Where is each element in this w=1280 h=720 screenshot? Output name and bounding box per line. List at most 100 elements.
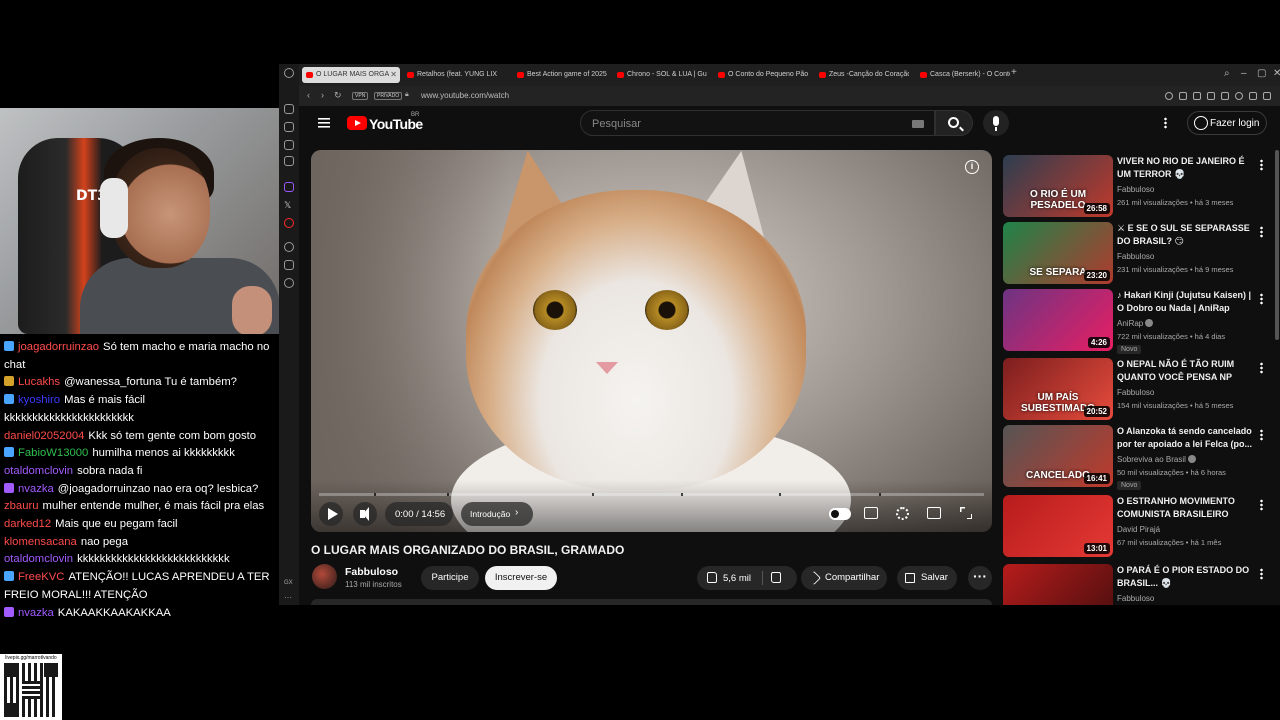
messenger-icon[interactable] bbox=[284, 156, 294, 166]
channel-avatar[interactable] bbox=[312, 564, 337, 589]
chat-username[interactable]: zbauru bbox=[4, 500, 39, 512]
recommended-video[interactable]: 13:01 O ESTRANHO MOVIMENTO COMUNISTA BRAS… bbox=[1003, 495, 1273, 559]
channel-name[interactable]: Fabbuloso bbox=[345, 566, 398, 578]
recommended-channel[interactable]: Fabbuloso bbox=[1117, 388, 1154, 397]
chat-username[interactable]: darked12 bbox=[4, 518, 51, 530]
video-thumbnail[interactable]: UM PAÍS SUBESTIMADO 20:52 bbox=[1003, 358, 1113, 420]
recommended-title[interactable]: O PARÁ É O PIOR ESTADO DO BRASIL... 💀 bbox=[1117, 564, 1257, 590]
more-actions-button[interactable] bbox=[968, 566, 992, 590]
recommended-title[interactable]: ⚔ E SE O SUL SE SEPARASSE DO BRASIL? 😏 bbox=[1117, 222, 1257, 248]
youtube-logo-text[interactable]: YouTube bbox=[369, 116, 423, 132]
search-button[interactable] bbox=[935, 110, 973, 136]
recommended-video[interactable]: SE SEPARA 23:20 ⚔ E SE O SUL SE SEPARASSE … bbox=[1003, 222, 1273, 286]
close-window-icon[interactable]: ✕ bbox=[1273, 68, 1280, 79]
new-tab-icon[interactable]: + bbox=[1011, 67, 1017, 78]
share-button[interactable]: Compartilhar bbox=[801, 566, 887, 590]
chat-username[interactable]: otaldomclovin bbox=[4, 553, 73, 565]
video-options-icon[interactable] bbox=[1260, 226, 1263, 238]
lock-icon[interactable]: 🔒︎ bbox=[405, 91, 409, 99]
video-options-icon[interactable] bbox=[1260, 362, 1263, 374]
browser-tab[interactable]: Best Action game of 2025 bbox=[513, 67, 607, 83]
sidebar-more-icon[interactable]: ··· bbox=[284, 594, 294, 605]
autoplay-toggle[interactable] bbox=[829, 508, 851, 520]
tab-close-icon[interactable]: ✕ bbox=[390, 70, 397, 79]
chat-username[interactable]: nvazka bbox=[18, 483, 54, 495]
chat-username[interactable]: klomensacana bbox=[4, 536, 77, 548]
fullscreen-icon[interactable] bbox=[960, 507, 972, 519]
chatgpt-icon[interactable] bbox=[284, 140, 294, 150]
chat-username[interactable]: otaldomclovin bbox=[4, 465, 73, 477]
info-icon[interactable]: i bbox=[965, 160, 979, 174]
browser-tab[interactable]: Retalhos (feat. YUNG LIX) bbox=[403, 67, 497, 83]
recommended-channel[interactable]: Fabbuloso bbox=[1117, 252, 1154, 261]
description-box[interactable] bbox=[311, 599, 992, 605]
chat-username[interactable]: kyoshiro bbox=[18, 394, 60, 406]
recommended-video[interactable]: O RIO É UM PESADELO 26:58 VIVER NO RIO DE … bbox=[1003, 155, 1273, 219]
back-icon[interactable]: ‹ bbox=[307, 90, 310, 100]
browser-tab[interactable]: Chrono - SOL & LUA | Gu bbox=[613, 67, 707, 83]
login-button[interactable]: Fazer login bbox=[1187, 111, 1267, 135]
video-options-icon[interactable] bbox=[1260, 293, 1263, 305]
recommended-title[interactable]: O NEPAL NÃO É TÃO RUIM QUANTO VOCÊ PENSA… bbox=[1117, 358, 1257, 384]
recommended-title[interactable]: O ESTRANHO MOVIMENTO COMUNISTA BRASILEIR… bbox=[1117, 495, 1257, 521]
url-text[interactable]: www.youtube.com/watch bbox=[421, 91, 509, 100]
play-button[interactable] bbox=[319, 502, 343, 526]
like-count[interactable]: 5,6 mil bbox=[723, 573, 751, 584]
twitch-icon[interactable] bbox=[284, 182, 294, 192]
snapshot-icon[interactable] bbox=[1193, 92, 1201, 100]
chat-username[interactable]: FreeKVC bbox=[18, 571, 64, 583]
progress-bar[interactable] bbox=[319, 493, 984, 496]
recommended-title[interactable]: ♪ Hakari Kinji (Jujutsu Kaisen) | O Dobr… bbox=[1117, 289, 1257, 315]
play-ext-icon[interactable] bbox=[1221, 92, 1229, 100]
mute-button[interactable] bbox=[353, 502, 377, 526]
wallet-icon[interactable] bbox=[284, 122, 294, 132]
sidebar-gx-icon[interactable]: GX bbox=[284, 580, 294, 590]
recommended-title[interactable]: VIVER NO RIO DE JANEIRO É UM TERROR 💀 bbox=[1117, 155, 1257, 181]
recommended-video[interactable]: UM PAÍS SUBESTIMADO 20:52 O NEPAL NÃO É TÃ… bbox=[1003, 358, 1273, 422]
pin-icon[interactable] bbox=[1179, 92, 1187, 100]
video-options-icon[interactable] bbox=[1260, 499, 1263, 511]
chat-username[interactable]: FabioW13000 bbox=[18, 447, 88, 459]
video-options-icon[interactable] bbox=[1260, 429, 1263, 441]
save-button[interactable]: Salvar bbox=[897, 566, 957, 590]
refresh-sidebar-icon[interactable] bbox=[284, 104, 294, 114]
recommended-channel[interactable]: Sobreviva ao Brasil bbox=[1117, 455, 1186, 464]
video-options-icon[interactable] bbox=[1260, 159, 1263, 171]
forward-icon[interactable]: › bbox=[321, 90, 324, 100]
reload-icon[interactable]: ↻ bbox=[334, 90, 342, 101]
settings-gear-icon[interactable] bbox=[896, 507, 909, 520]
subscribe-button[interactable]: Inscrever-se bbox=[485, 566, 557, 590]
video-thumbnail[interactable] bbox=[1003, 564, 1113, 605]
video-thumbnail[interactable]: O RIO É UM PESADELO 26:58 bbox=[1003, 155, 1113, 217]
browser-tab[interactable]: Zeus -Canção do Coração bbox=[815, 67, 909, 83]
minimize-icon[interactable]: – bbox=[1241, 68, 1247, 79]
maximize-icon[interactable]: ▢ bbox=[1257, 68, 1266, 79]
record-icon[interactable] bbox=[284, 218, 294, 228]
browser-tab[interactable]: O Conto do Pequeno Pão bbox=[714, 67, 808, 83]
chat-username[interactable]: Lucakhs bbox=[18, 376, 60, 388]
youtube-logo-icon[interactable] bbox=[347, 116, 367, 130]
opera-logo-icon[interactable] bbox=[284, 68, 294, 78]
recommended-channel[interactable]: AniRap bbox=[1117, 319, 1143, 328]
recommended-title[interactable]: O Alanzoka tá sendo cancelado por ter ap… bbox=[1117, 425, 1257, 451]
video-thumbnail[interactable]: 13:01 bbox=[1003, 495, 1113, 557]
video-player[interactable]: i 0:00 / 14:56 Introdução › bbox=[311, 150, 992, 532]
tab-search-icon[interactable]: ⌕ bbox=[1224, 68, 1230, 79]
subtitles-icon[interactable] bbox=[864, 507, 878, 519]
keyboard-icon[interactable] bbox=[912, 120, 924, 128]
scrollbar[interactable] bbox=[1275, 150, 1279, 340]
vpn-badge[interactable]: VPN bbox=[352, 92, 369, 100]
recommended-video[interactable]: O PARÁ É O PIOR ESTADO DO BRASIL... 💀 Fab… bbox=[1003, 564, 1273, 605]
video-thumbnail[interactable]: CANCELADO 16:41 bbox=[1003, 425, 1113, 487]
recommended-video[interactable]: CANCELADO 16:41 O Alanzoka tá sendo cancel… bbox=[1003, 425, 1273, 490]
voice-search-button[interactable] bbox=[983, 110, 1009, 136]
video-thumbnail[interactable]: SE SEPARA 23:20 bbox=[1003, 222, 1113, 284]
settings-sidebar-icon[interactable] bbox=[284, 278, 294, 288]
dislike-icon[interactable] bbox=[771, 572, 781, 583]
browser-tab[interactable]: Casca (Berserk) - O Conto bbox=[916, 67, 1010, 83]
settings-kebab-icon[interactable] bbox=[1164, 117, 1167, 129]
chapter-chevron-icon[interactable]: › bbox=[515, 507, 518, 518]
join-button[interactable]: Participe bbox=[421, 566, 479, 590]
video-options-icon[interactable] bbox=[1260, 568, 1263, 580]
shield-icon[interactable] bbox=[1207, 92, 1215, 100]
